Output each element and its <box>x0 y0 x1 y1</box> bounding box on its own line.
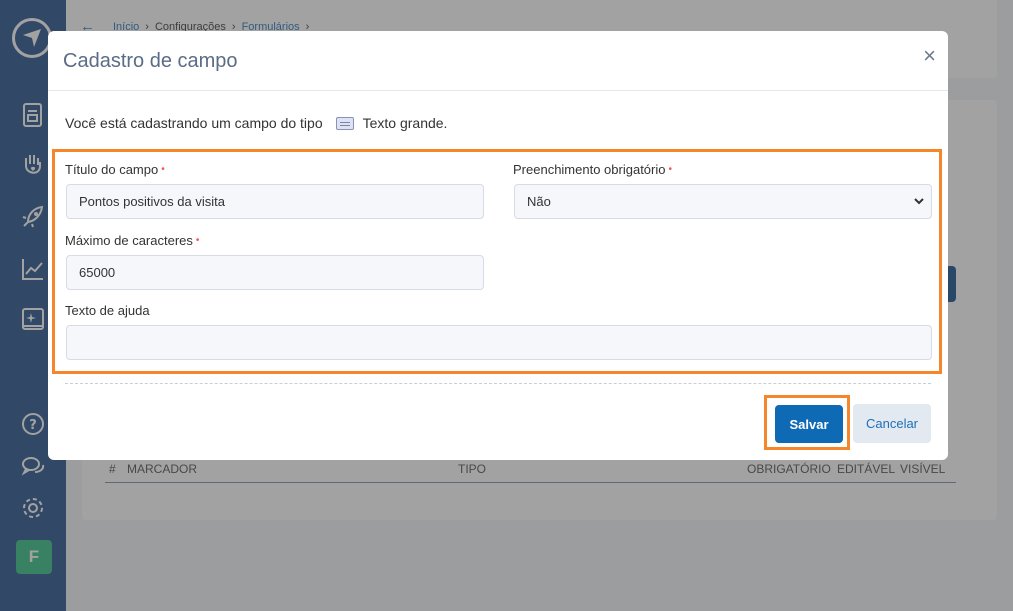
title-value: Pontos positivos da visita <box>79 194 225 209</box>
modal-title: Cadastro de campo <box>63 50 238 72</box>
max-chars-value: 65000 <box>79 265 116 280</box>
required-label: Preenchimento obrigatório • <box>513 162 672 177</box>
title-label: Título do campo • <box>65 162 165 177</box>
field-type: Texto grande. <box>362 115 448 131</box>
intro-text: Você está cadastrando um campo do tipo T… <box>65 115 447 131</box>
max-chars-input[interactable]: 65000 <box>66 255 484 290</box>
help-text-input[interactable] <box>66 325 932 360</box>
textarea-type-icon <box>335 116 354 130</box>
required-select[interactable]: Não <box>514 184 932 219</box>
help-text-label: Texto de ajuda <box>65 303 150 318</box>
divider <box>65 383 931 384</box>
save-button[interactable]: Salvar <box>775 405 843 443</box>
chevron-down-icon <box>914 198 924 205</box>
cancel-button[interactable]: Cancelar <box>853 404 931 443</box>
close-icon[interactable]: × <box>923 45 936 67</box>
title-input[interactable]: Pontos positivos da visita <box>66 184 484 219</box>
required-value: Não <box>527 194 551 209</box>
max-chars-label: Máximo de caracteres • <box>65 233 200 248</box>
intro-label: Você está cadastrando um campo do tipo <box>65 115 323 131</box>
modal-header: Cadastro de campo × <box>48 31 948 91</box>
field-registration-modal: Cadastro de campo × Você está cadastrand… <box>48 31 948 460</box>
